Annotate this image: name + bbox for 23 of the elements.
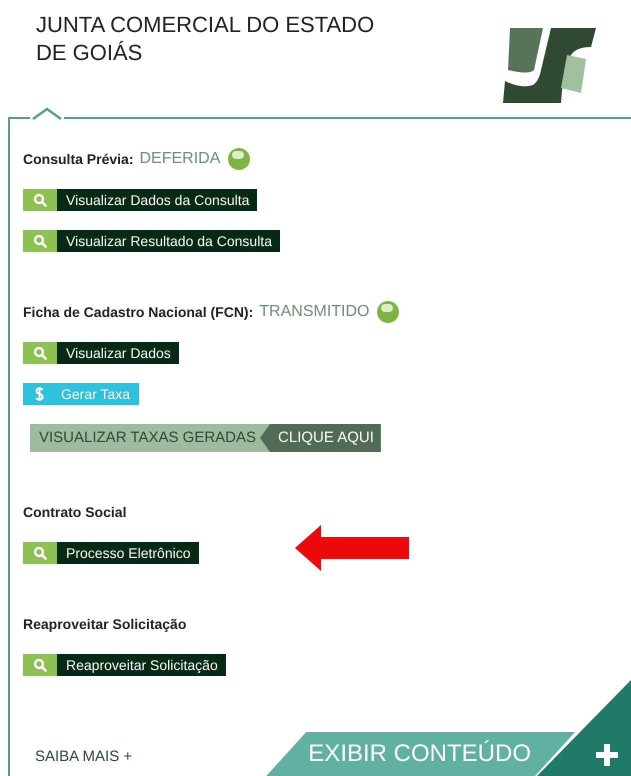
search-icon bbox=[33, 234, 47, 248]
action-button[interactable]: Visualizar Dados da Consulta bbox=[23, 189, 258, 211]
section-label: Ficha de Cadastro Nacional (FCN): bbox=[23, 302, 254, 322]
status-text: TRANSMITIDO bbox=[259, 302, 370, 322]
section-label: Consulta Prévia: bbox=[23, 150, 134, 168]
plus-icon[interactable] bbox=[594, 742, 620, 768]
search-icon bbox=[33, 193, 47, 207]
dollar-icon bbox=[35, 386, 44, 402]
search-icon bbox=[33, 346, 47, 360]
action-button[interactable]: Processo Eletrônico bbox=[23, 542, 199, 564]
page-title: JUNTA COMERCIAL DO ESTADO DE GOIÁS bbox=[36, 11, 376, 67]
generated-fees-label: VISUALIZAR TAXAS GERADAS bbox=[30, 424, 270, 452]
logo-icon bbox=[501, 25, 598, 105]
action-button[interactable]: Visualizar Dados bbox=[23, 342, 179, 364]
search-icon bbox=[33, 546, 47, 560]
status-text: DEFERIDA bbox=[139, 149, 220, 169]
action-button[interactable]: Visualizar Resultado da Consulta bbox=[23, 230, 280, 252]
search-icon bbox=[33, 658, 47, 672]
more-link[interactable]: SAIBA MAIS + bbox=[35, 746, 132, 768]
section-label: Contrato Social bbox=[23, 502, 126, 522]
section-label: Reaproveitar Solicitação bbox=[23, 614, 186, 634]
click-here-button[interactable]: CLIQUE AQUI bbox=[260, 424, 381, 452]
action-button[interactable]: Reaproveitar Solicitação bbox=[23, 654, 226, 676]
